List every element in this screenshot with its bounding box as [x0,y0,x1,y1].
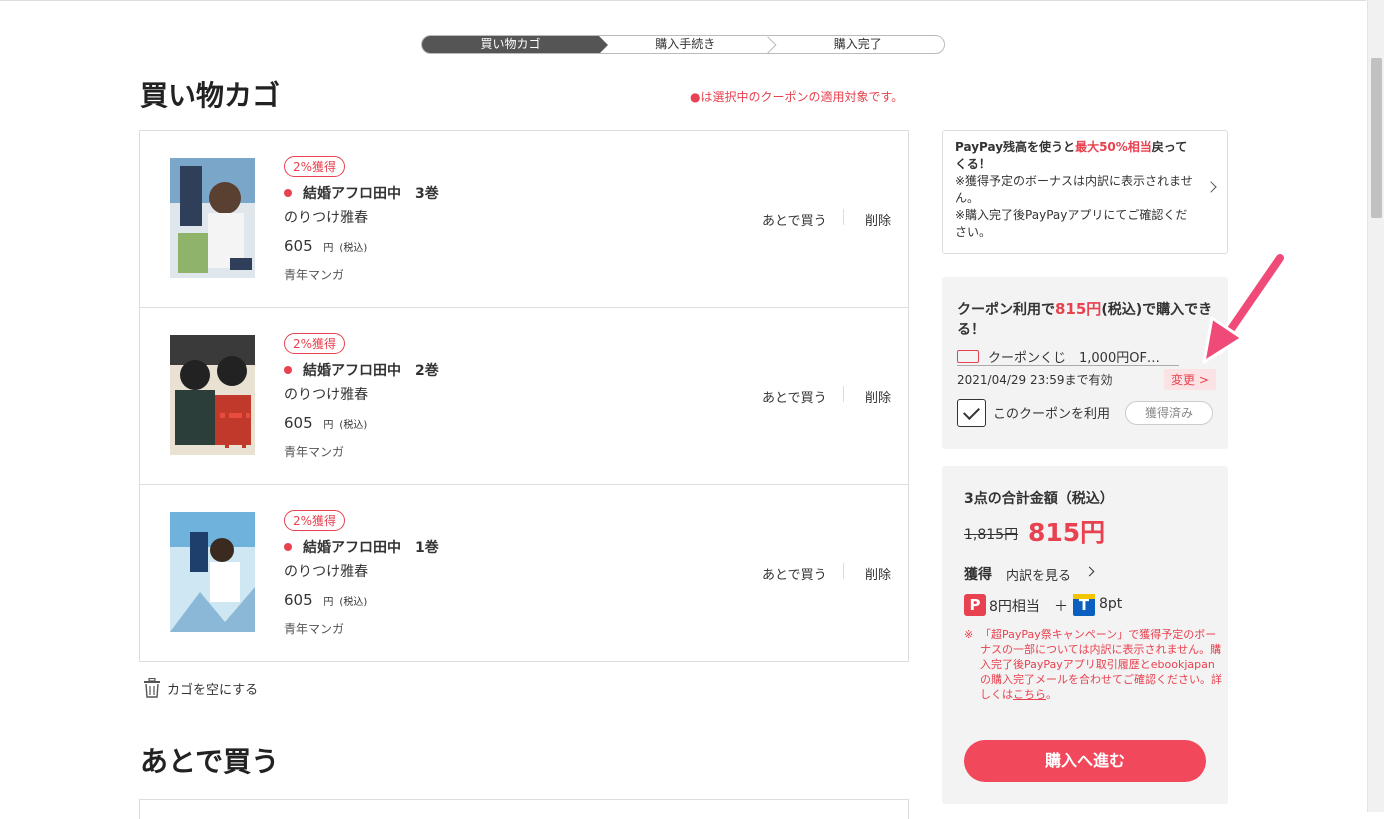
checkout-steps: 買い物カゴ 購入手続き 購入完了 [421,35,945,54]
point-badge: 2%獲得 [284,156,346,177]
total-label: 3点の合計金額（税込） [964,491,1114,507]
coupon-selector[interactable]: クーポンくじ 1,000円OF… [957,347,1179,366]
divider [843,563,844,579]
tpoint-earn-amount: 8pt [1099,596,1123,612]
book-cover-image[interactable] [170,512,255,632]
buy-later-list [139,799,909,819]
coupon-target-dot [284,189,292,197]
buy-later-heading: あとで買う [140,745,280,778]
coupon-panel: クーポン利用で815円(税込)で購入できる！ クーポンくじ 1,000円OF… … [942,277,1228,449]
paypay-icon: P [964,594,986,616]
point-badge: 2%獲得 [284,510,346,531]
coupon-target-note: ●は選択中のクーポンの適用対象です。 [690,90,904,104]
coupon-expiry: 2021/04/29 23:59まで有効 [957,373,1113,387]
coupon-name: クーポンくじ 1,000円OF… [988,351,1160,366]
divider [843,209,844,225]
plus-sign: ＋ [1054,599,1068,615]
coupon-ticket-icon [957,350,979,363]
item-title[interactable]: 結婚アフロ田中 1巻 [284,537,439,557]
page-title: 買い物カゴ [140,79,281,112]
tpoint-icon: T [1073,594,1095,616]
trash-icon [144,678,160,698]
item-genre[interactable]: 青年マンガ [284,620,344,637]
cart-list: 2%獲得 結婚アフロ田中 3巻 のりつけ雅春 605 円 (税込) 青年マンガ あ… [139,130,909,662]
chevron-right-icon [1084,566,1095,577]
chevron-right-icon [1205,181,1217,193]
discounted-price: 815円 [1028,518,1106,547]
acquired-badge: 獲得済み [1125,401,1213,425]
delete-button[interactable]: 削除 [865,387,891,406]
delete-button[interactable]: 削除 [865,564,891,583]
paypay-note-1: ※獲得予定のボーナスは内訳に表示されません。 [955,174,1193,205]
buy-later-button[interactable]: あとで買う [762,210,827,229]
item-genre[interactable]: 青年マンガ [284,266,344,283]
use-coupon-label[interactable]: このクーポンを利用 [993,403,1110,422]
paypay-note-2: ※購入完了後PayPayアプリにてご確認ください。 [955,208,1188,239]
proceed-to-purchase-button[interactable]: 購入へ進む [964,740,1206,782]
item-price: 605 円 (税込) [284,591,368,609]
campaign-notice: ※ 「超PayPay祭キャンペーン」で獲得予定のボーナスの一部については内訳に表示… [964,628,1222,701]
notice-link[interactable]: こちら [1013,688,1046,701]
coupon-target-dot [284,543,292,551]
buy-later-button[interactable]: あとで買う [762,387,827,406]
book-cover-image[interactable] [170,335,255,455]
book-cover-image[interactable] [170,158,255,278]
item-author[interactable]: のりつけ雅春 [284,207,368,227]
item-genre[interactable]: 青年マンガ [284,443,344,460]
item-price: 605 円 (税込) [284,414,368,432]
top-divider [0,0,1366,1]
cart-item: 2%獲得 結婚アフロ田中 2巻 のりつけ雅春 605 円 (税込) 青年マンガ あ… [140,308,908,485]
item-price: 605 円 (税込) [284,237,368,255]
coupon-headline: クーポン利用で815円(税込)で購入できる！ [957,300,1213,338]
change-coupon-button[interactable]: 変更 > [1164,369,1216,390]
paypay-headline: PayPay残高を使うと最大50%相当戻ってくる！ [955,140,1188,171]
earn-label: 獲得 [964,567,992,583]
step-cart: 買い物カゴ [422,36,608,53]
use-coupon-checkbox[interactable] [957,399,986,427]
point-badge: 2%獲得 [284,333,346,354]
buy-later-button[interactable]: あとで買う [762,564,827,583]
empty-cart-button[interactable]: カゴを空にする [143,678,258,698]
empty-cart-label: カゴを空にする [167,682,259,698]
item-author[interactable]: のりつけ雅春 [284,561,368,581]
order-summary: 3点の合計金額（税込） 1,815円 815円 獲得 内訳を見る P 8円相当 … [942,466,1228,804]
divider [843,386,844,402]
page-scrollbar[interactable] [1367,0,1384,812]
paypay-campaign-banner[interactable]: PayPay残高を使うと最大50%相当戻ってくる！ ※獲得予定のボーナスは内訳に… [942,130,1228,254]
item-title[interactable]: 結婚アフロ田中 2巻 [284,360,439,380]
paypay-earn-amount: 8円相当 [989,599,1040,615]
step-complete: 購入完了 [833,37,882,51]
item-author[interactable]: のりつけ雅春 [284,384,368,404]
delete-button[interactable]: 削除 [865,210,891,229]
cart-item: 2%獲得 結婚アフロ田中 1巻 のりつけ雅春 605 円 (税込) 青年マンガ あ… [140,485,908,662]
item-title[interactable]: 結婚アフロ田中 3巻 [284,183,439,203]
step-checkout: 購入手続き [599,36,772,53]
earn-breakdown-link[interactable]: 内訳を見る [1006,565,1071,584]
scrollbar-thumb[interactable] [1371,58,1382,218]
cart-item: 2%獲得 結婚アフロ田中 3巻 のりつけ雅春 605 円 (税込) 青年マンガ あ… [140,131,908,308]
coupon-target-dot [284,366,292,374]
original-price: 1,815円 [964,527,1019,543]
